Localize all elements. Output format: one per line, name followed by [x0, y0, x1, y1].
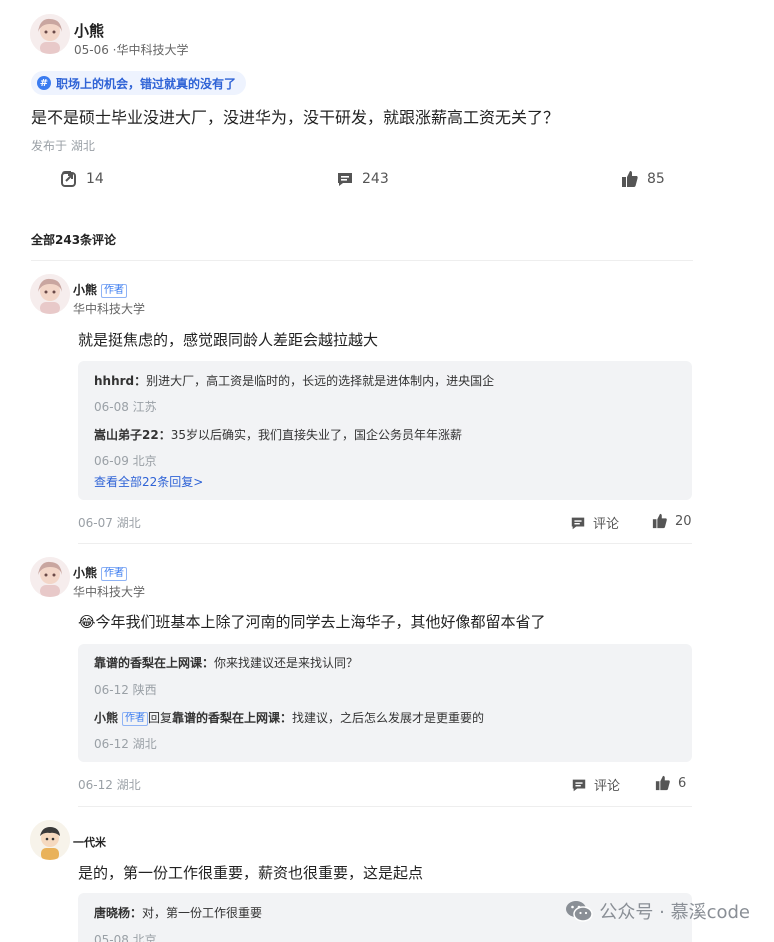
- comment-button[interactable]: 243: [336, 170, 389, 188]
- divider: [78, 806, 692, 807]
- avatar[interactable]: [30, 820, 70, 860]
- avatar[interactable]: [30, 14, 70, 54]
- author-badge: 作者: [122, 712, 149, 726]
- comment-icon: [572, 779, 586, 791]
- comment-icon: [338, 173, 352, 186]
- author-badge: 作者: [101, 567, 128, 581]
- reply-item[interactable]: 小熊 作者 回复靠谱的香梨在上网课：找建议，之后怎么发展才是更重要的: [94, 709, 484, 726]
- reply-item[interactable]: 靠谱的香梨在上网课：你来找建议还是来找认同？: [94, 654, 358, 671]
- avatar[interactable]: [30, 557, 70, 597]
- comment-author-name: 小熊: [73, 566, 98, 580]
- reply-meta: 06-12 湖北: [94, 737, 157, 751]
- topic-tag[interactable]: # 职场上的机会，错过就真的没有了: [31, 71, 247, 95]
- comment-text: 是的，第一份工作很重要，薪资也很重要，这是起点: [78, 864, 424, 882]
- wechat-icon: [566, 901, 594, 922]
- comment-author-name: 小熊: [73, 283, 98, 297]
- comment-label: 评论: [594, 779, 621, 794]
- reply-item[interactable]: 唐晓杨：对，第一份工作很重要: [94, 904, 262, 921]
- like-button[interactable]: 85: [621, 170, 665, 188]
- reply-box: 靠谱的香梨在上网课：你来找建议还是来找认同？ 06-12 陕西 小熊 作者 回复靠谱…: [78, 644, 692, 762]
- comment-label: 评论: [593, 517, 620, 532]
- comment-like-count: 6: [678, 775, 687, 791]
- comment-reply-button[interactable]: 评论: [571, 775, 620, 794]
- divider: [31, 260, 693, 261]
- comment-author[interactable]: 小熊 作者: [73, 564, 128, 581]
- comments-header: 全部243条评论: [31, 233, 117, 247]
- comment-author[interactable]: 小熊 作者: [73, 281, 128, 298]
- reply-author: 嵩山弟子22：: [94, 428, 171, 442]
- comment-like-button[interactable]: 20: [652, 513, 692, 529]
- reply-author: hhhrd：: [94, 374, 147, 388]
- reply-text: 对，第一份工作很重要: [142, 906, 263, 920]
- reply-box: hhhrd：别进大厂，高工资是临时的，长远的选择就是进体制内，进央国企 06-0…: [78, 361, 692, 500]
- watermark: 公众号 · 慕溪code: [565, 898, 750, 924]
- reply-text: 别进大厂，高工资是临时的，长远的选择就是进体制内，进央国企: [146, 374, 495, 388]
- hash-icon: #: [37, 76, 51, 90]
- comment-author-name[interactable]: 一代米: [73, 834, 106, 850]
- reply-text: 找建议，之后怎么发展才是更重要的: [292, 711, 485, 725]
- like-count: 85: [647, 171, 665, 187]
- comment-icon: [571, 517, 585, 529]
- comment-like-button[interactable]: 6: [655, 775, 686, 791]
- reply-text: 你来找建议还是来找认同？: [214, 656, 359, 670]
- reply-author: 小熊: [94, 711, 119, 725]
- reply-word: 回复: [148, 711, 173, 725]
- divider: [78, 543, 692, 544]
- reply-to-author: 靠谱的香梨在上网课：: [172, 711, 293, 725]
- reply-item[interactable]: hhhrd：别进大厂，高工资是临时的，长远的选择就是进体制内，进央国企: [94, 372, 494, 389]
- comment-school: 华中科技大学: [73, 302, 146, 316]
- comment-count: 243: [362, 171, 389, 187]
- thumbs-up-icon: [655, 775, 670, 791]
- reply-meta: 06-12 陕西: [94, 683, 157, 697]
- topic-label: 职场上的机会，错过就真的没有了: [56, 76, 237, 91]
- reply-author: 靠谱的香梨在上网课：: [94, 656, 215, 670]
- comment-text: 就是挺焦虑的，感觉跟同龄人差距会越拉越大: [78, 331, 379, 349]
- comment-school: 华中科技大学: [73, 585, 146, 599]
- author-badge: 作者: [101, 284, 128, 298]
- post-author-name[interactable]: 小熊: [74, 20, 104, 41]
- forward-icon: [61, 171, 76, 187]
- reply-meta: 06-08 江苏: [94, 400, 157, 414]
- avatar[interactable]: [30, 274, 70, 314]
- reply-text: 35岁以后确实，我们直接失业了，国企公务员年年涨薪: [170, 428, 462, 442]
- view-all-replies-link[interactable]: 查看全部22条回复>: [94, 473, 203, 490]
- forward-count: 14: [86, 171, 104, 187]
- post-date-school: 05-06 ·华中科技大学: [74, 43, 189, 57]
- reply-author: 唐晓杨：: [94, 906, 143, 920]
- comment-meta: 06-07 湖北: [78, 516, 141, 530]
- reply-meta: 05-08 北京: [94, 933, 157, 942]
- comment-reply-button[interactable]: 评论: [570, 513, 619, 532]
- comment-meta: 06-12 湖北: [78, 778, 141, 792]
- post-content: 是不是硕士毕业没进大厂，没进华为，没干研发，就跟涨薪高工资无关了？: [31, 108, 560, 127]
- forward-button[interactable]: 14: [60, 170, 104, 188]
- thumbs-up-icon: [622, 171, 638, 187]
- reply-item[interactable]: 嵩山弟子22：35岁以后确实，我们直接失业了，国企公务员年年涨薪: [94, 426, 462, 443]
- thumbs-up-icon: [652, 513, 667, 529]
- post-location: 发布于 湖北: [31, 139, 95, 153]
- comment-like-count: 20: [675, 513, 692, 529]
- comment-text: 😂今年我们班基本上除了河南的同学去上海华子，其他好像都留本省了: [78, 613, 546, 631]
- watermark-text: 公众号 · 慕溪code: [599, 902, 750, 923]
- reply-meta: 06-09 北京: [94, 454, 157, 468]
